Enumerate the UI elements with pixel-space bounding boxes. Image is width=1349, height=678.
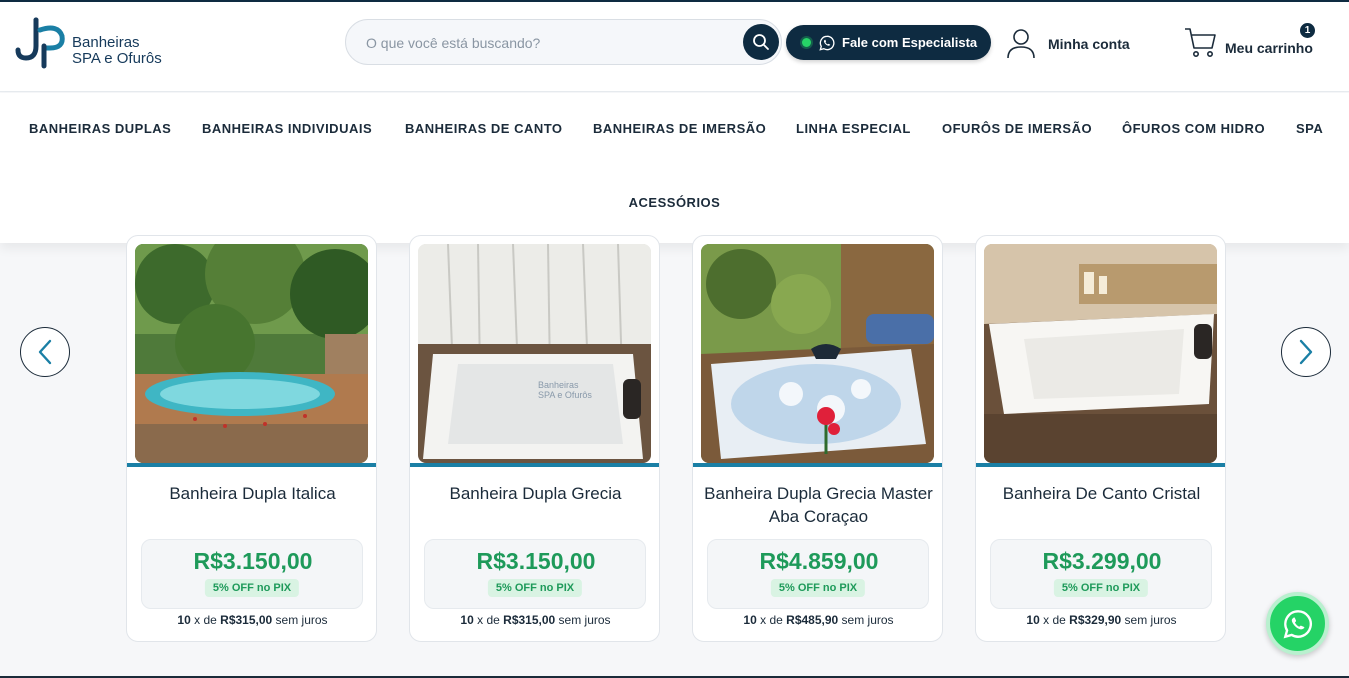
nav-item-banheiras-individuais[interactable]: BANHEIRAS INDIVIDUAIS <box>202 121 372 136</box>
search-input[interactable] <box>366 31 736 55</box>
cart-link[interactable]: 1 Meu carrinho <box>1184 22 1315 66</box>
whatsapp-float-button[interactable] <box>1266 592 1329 655</box>
chevron-right-icon <box>1299 339 1313 365</box>
product-price: R$3.150,00 <box>476 548 596 574</box>
product-image[interactable] <box>701 244 934 463</box>
talk-to-specialist-button[interactable]: Fale com Especialista <box>786 25 991 60</box>
carousel-next-button[interactable] <box>1281 327 1331 377</box>
product-image[interactable] <box>135 244 368 463</box>
product-card[interactable]: Banheira De Canto Cristal R$3.299,00 5% … <box>975 235 1226 642</box>
nav-item-banheiras-de-canto[interactable]: BANHEIRAS DE CANTO <box>405 121 563 136</box>
logo-mark-icon <box>15 17 65 69</box>
nav-item-acessorios[interactable]: ACESSÓRIOS <box>629 195 721 210</box>
pix-discount-badge: 5% OFF no PIX <box>1053 579 1149 597</box>
specialist-label: Fale com Especialista <box>842 35 978 50</box>
whatsapp-icon <box>1283 609 1312 638</box>
nav-item-banheiras-de-imersao[interactable]: BANHEIRAS DE IMERSÃO <box>593 121 766 136</box>
price-box: R$3.299,00 5% OFF no PIX <box>990 539 1212 609</box>
product-name[interactable]: Banheira Dupla Grecia Master Aba Coraçao <box>703 482 934 528</box>
pix-discount-badge: 5% OFF no PIX <box>770 579 866 597</box>
product-name[interactable]: Banheira Dupla Grecia <box>420 482 651 505</box>
installments-text: 10 x de R$315,00 sem juros <box>177 613 328 627</box>
search-button[interactable] <box>743 24 779 60</box>
product-image[interactable] <box>984 244 1217 463</box>
nav-item-spa[interactable]: SPA <box>1296 121 1323 136</box>
pix-discount-badge: 5% OFF no PIX <box>204 579 300 597</box>
watermark-logo: Banheiras SPA e Ofurôs <box>538 380 592 400</box>
installments-text: 10 x de R$329,90 sem juros <box>1026 613 1177 627</box>
nav-item-ofuros-de-imersao[interactable]: OFURÔS DE IMERSÃO <box>942 121 1092 136</box>
online-status-dot <box>802 38 811 47</box>
pix-discount-badge: 5% OFF no PIX <box>487 579 583 597</box>
installments-text: 10 x de R$315,00 sem juros <box>460 613 611 627</box>
nav-item-ofuros-com-hidro[interactable]: ÔFUROS COM HIDRO <box>1122 121 1265 136</box>
account-label: Minha conta <box>1048 36 1130 52</box>
site-logo[interactable]: Banheiras SPA e Ofurôs <box>14 16 164 72</box>
logo-text-line1: Banheiras <box>72 34 140 51</box>
product-price: R$3.299,00 <box>1042 548 1162 574</box>
price-box: R$3.150,00 5% OFF no PIX <box>141 539 363 609</box>
search-bar <box>345 19 782 65</box>
nav-item-banheiras-duplas[interactable]: BANHEIRAS DUPLAS <box>29 121 171 136</box>
product-name[interactable]: Banheira De Canto Cristal <box>986 482 1217 505</box>
cart-label: Meu carrinho <box>1225 40 1313 56</box>
card-accent-bar <box>410 463 659 467</box>
product-name[interactable]: Banheira Dupla Italica <box>137 482 368 505</box>
cart-count-badge: 1 <box>1300 23 1315 38</box>
user-icon <box>1007 29 1035 59</box>
nav-item-linha-especial[interactable]: LINHA ESPECIAL <box>796 121 911 136</box>
price-box: R$4.859,00 5% OFF no PIX <box>707 539 929 609</box>
product-card[interactable]: Banheira Dupla Italica R$3.150,00 5% OFF… <box>126 235 377 642</box>
search-icon <box>753 34 769 50</box>
carousel-prev-button[interactable] <box>20 327 70 377</box>
card-accent-bar <box>693 463 942 467</box>
product-price: R$3.150,00 <box>193 548 313 574</box>
card-accent-bar <box>976 463 1225 467</box>
product-image[interactable]: Banheiras SPA e Ofurôs <box>418 244 651 463</box>
product-price: R$4.859,00 <box>759 548 879 574</box>
product-card[interactable]: Banheira Dupla Grecia Master Aba Coraçao… <box>692 235 943 642</box>
product-carousel: Banheira Dupla Italica R$3.150,00 5% OFF… <box>0 235 1349 663</box>
price-box: R$3.150,00 5% OFF no PIX <box>424 539 646 609</box>
main-navigation: BANHEIRAS DUPLAS BANHEIRAS INDIVIDUAIS B… <box>0 93 1349 243</box>
site-header: Banheiras SPA e Ofurôs Fale com Especial… <box>0 2 1349 92</box>
account-link[interactable]: Minha conta <box>1006 26 1130 62</box>
logo-text-line2: SPA e Ofurôs <box>72 50 162 67</box>
cart-icon <box>1185 28 1216 57</box>
chevron-left-icon <box>38 339 52 365</box>
installments-text: 10 x de R$485,90 sem juros <box>743 613 894 627</box>
product-card[interactable]: Banheiras SPA e Ofurôs Banheira Dupla Gr… <box>409 235 660 642</box>
whatsapp-icon <box>819 35 835 51</box>
card-accent-bar <box>127 463 376 467</box>
